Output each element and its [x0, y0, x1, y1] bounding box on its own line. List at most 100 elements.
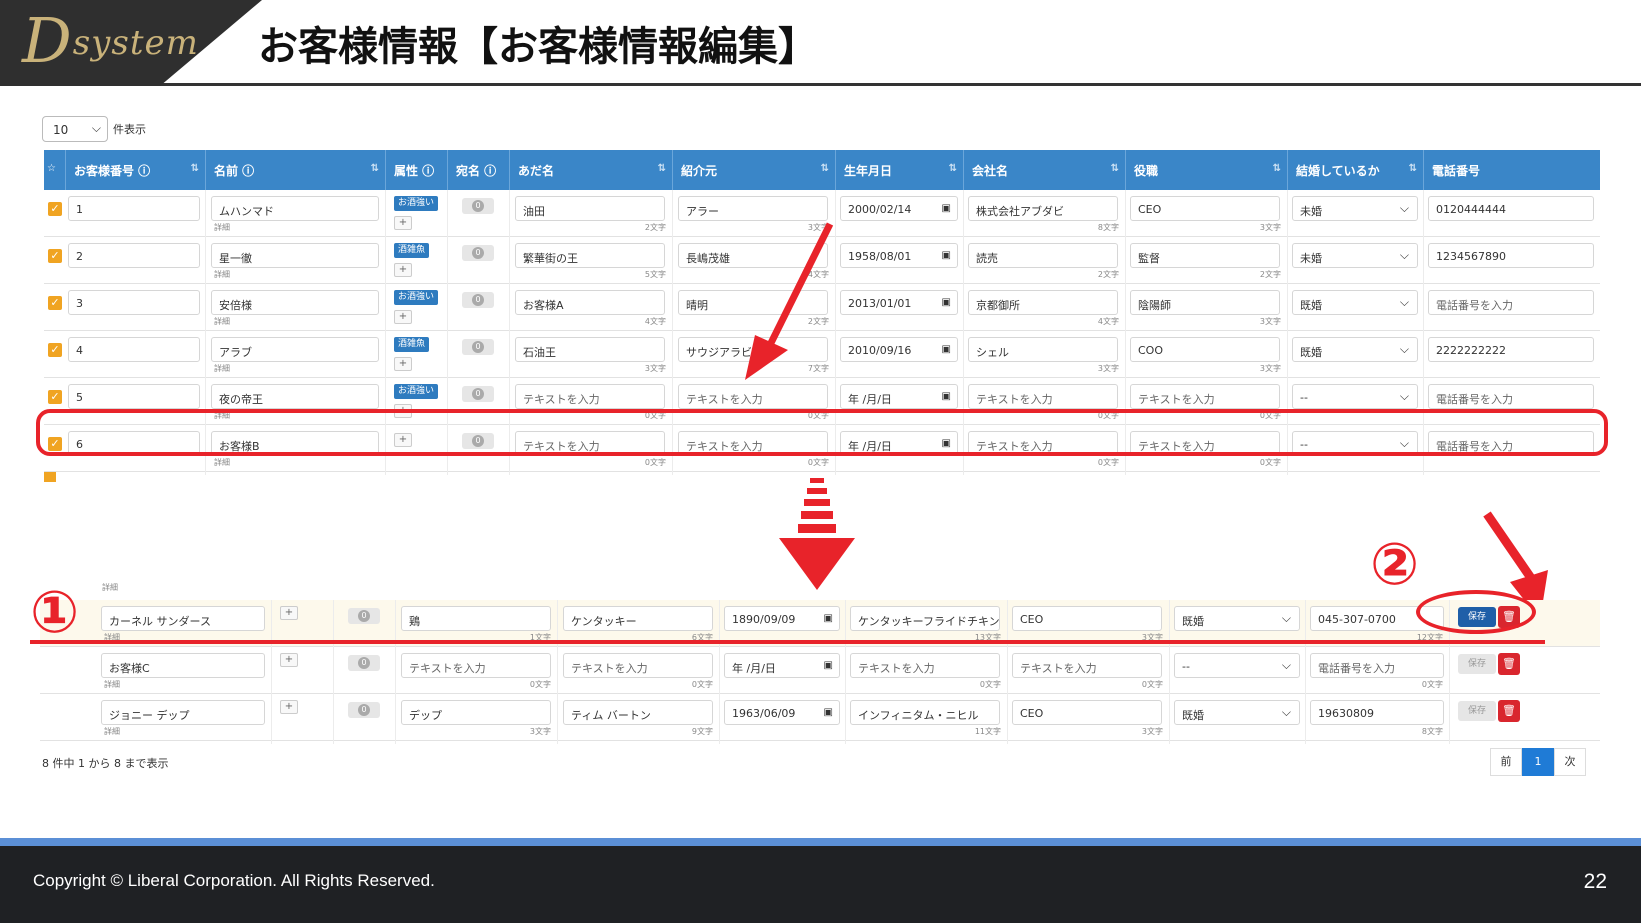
- arrow-save-line: [1483, 511, 1535, 581]
- cell-nickname: テキストを入力 0文字: [396, 647, 558, 697]
- addressee-toggle[interactable]: 0: [348, 702, 380, 718]
- company-input[interactable]: ケンタッキーフライドチキン: [850, 606, 1000, 631]
- cell-name: ジョニー デップ 詳細: [96, 694, 272, 744]
- annotation-underline-1: [30, 640, 1545, 644]
- dob-input[interactable]: 1890/09/09 ▣: [724, 606, 840, 631]
- cell-addressee: 0: [334, 647, 396, 697]
- chevron-down-icon: ⌵: [1281, 611, 1291, 625]
- role-input[interactable]: テキストを入力: [1012, 653, 1162, 678]
- calendar-icon: ▣: [823, 660, 833, 671]
- annotation-number-2: ②: [1370, 530, 1420, 598]
- save-button[interactable]: 保存: [1458, 654, 1496, 674]
- name-input[interactable]: カーネル サンダース: [101, 606, 265, 631]
- cell-attribute: +: [272, 647, 334, 697]
- name-input[interactable]: お客様C: [101, 653, 265, 678]
- add-attribute-button[interactable]: +: [280, 606, 298, 620]
- table-row: ジョニー デップ 詳細 +0 デップ 3文字 ティム バートン 9文字 1963/06/09 ▣…: [40, 694, 1600, 744]
- char-count: 3文字: [1141, 727, 1163, 736]
- dob-value: 1963/06/09: [732, 707, 796, 720]
- cell-dob: 年 /月/日 ▣: [720, 647, 846, 697]
- toggle-knob: 0: [358, 657, 370, 669]
- nickname-input[interactable]: テキストを入力: [401, 653, 551, 678]
- cell-company: テキストを入力 0文字: [846, 647, 1008, 697]
- char-count: 0文字: [979, 680, 1001, 689]
- cell-company: インフィニタム・ニヒル 11文字: [846, 694, 1008, 744]
- cell-married: -- ⌵: [1170, 647, 1306, 697]
- married-value: 既婚: [1182, 615, 1204, 628]
- married-value: 既婚: [1182, 709, 1204, 722]
- dob-value: 1890/09/09: [732, 613, 796, 626]
- prev-page-button[interactable]: 前: [1490, 748, 1522, 776]
- role-input[interactable]: CEO: [1012, 606, 1162, 631]
- cell-addressee: 0: [334, 694, 396, 744]
- save-button[interactable]: 保存: [1458, 701, 1496, 721]
- delete-button[interactable]: 🗑: [1498, 653, 1520, 675]
- company-input[interactable]: インフィニタム・ニヒル: [850, 700, 1000, 725]
- cell-actions: 保存 🗑: [1450, 647, 1600, 697]
- arrow-dashed-down: [779, 478, 855, 590]
- referrer-input[interactable]: ティム バートン: [563, 700, 713, 725]
- nickname-input[interactable]: 鶏: [401, 606, 551, 631]
- annotation-number-1: ①: [30, 578, 80, 646]
- married-select[interactable]: 既婚 ⌵: [1174, 606, 1300, 631]
- slide-footer: Copyright © Liberal Corporation. All Rig…: [0, 846, 1641, 923]
- cell-attribute: +: [272, 694, 334, 744]
- name-input[interactable]: ジョニー デップ: [101, 700, 265, 725]
- phone-input[interactable]: 電話番号を入力: [1310, 653, 1444, 678]
- partial-row-7: [40, 470, 1600, 482]
- next-page-button[interactable]: 次: [1554, 748, 1586, 776]
- cell-role: CEO 3文字: [1008, 694, 1170, 744]
- cell-referrer: テキストを入力 0文字: [558, 647, 720, 697]
- table-row: お客様C 詳細 +0 テキストを入力 0文字 テキストを入力 0文字 年 /月/日 ▣ テキストを…: [40, 647, 1600, 697]
- char-count: 11文字: [974, 727, 1001, 736]
- char-count: 0文字: [691, 680, 713, 689]
- calendar-icon: ▣: [823, 707, 833, 718]
- char-count: 0文字: [529, 680, 551, 689]
- cell-phone: 電話番号を入力 0文字: [1306, 647, 1450, 697]
- phone-input[interactable]: 19630809: [1310, 700, 1444, 725]
- cell-married: 既婚 ⌵: [1170, 694, 1306, 744]
- chevron-down-icon: ⌵: [1281, 705, 1291, 719]
- dob-input[interactable]: 1963/06/09 ▣: [724, 700, 840, 725]
- annotation-oval-save: [1416, 590, 1536, 634]
- detail-link[interactable]: 詳細: [104, 679, 120, 690]
- add-attribute-button[interactable]: +: [280, 653, 298, 667]
- footer-band: [0, 838, 1641, 846]
- char-count: 0文字: [1141, 680, 1163, 689]
- calendar-icon: ▣: [823, 613, 833, 624]
- cell-phone: 19630809 8文字: [1306, 694, 1450, 744]
- arrow-diagonal-head: [745, 335, 788, 380]
- married-value: --: [1182, 660, 1190, 673]
- cell-dob: 1963/06/09 ▣: [720, 694, 846, 744]
- arrow-diagonal-line: [766, 222, 834, 347]
- char-count: 9文字: [691, 727, 713, 736]
- referrer-input[interactable]: ケンタッキー: [563, 606, 713, 631]
- role-input[interactable]: CEO: [1012, 700, 1162, 725]
- table-info: 8 件中 1 から 8 まで表示: [42, 757, 169, 770]
- char-count: 3文字: [529, 727, 551, 736]
- char-count: 0文字: [1421, 680, 1443, 689]
- add-attribute-button[interactable]: +: [280, 700, 298, 714]
- company-input[interactable]: テキストを入力: [850, 653, 1000, 678]
- addressee-toggle[interactable]: 0: [348, 655, 380, 671]
- page-number: 22: [1583, 870, 1607, 893]
- cell-actions: 保存 🗑: [1450, 694, 1600, 744]
- annotation-arrows: [745, 222, 1548, 620]
- addressee-toggle[interactable]: 0: [348, 608, 380, 624]
- copyright: Copyright © Liberal Corporation. All Rig…: [33, 871, 435, 890]
- page-1-button[interactable]: 1: [1522, 748, 1554, 776]
- partial-row-above: 詳細: [40, 580, 1600, 602]
- slide: Dsystem お客様情報【お客様情報編集】 10 ⌵ 件表示 ☆ お客様番号 …: [0, 0, 1641, 923]
- married-select[interactable]: -- ⌵: [1174, 653, 1300, 678]
- detail-link[interactable]: 詳細: [104, 726, 120, 737]
- referrer-input[interactable]: テキストを入力: [563, 653, 713, 678]
- nickname-input[interactable]: デップ: [401, 700, 551, 725]
- cell-referrer: ティム バートン 9文字: [558, 694, 720, 744]
- cell-name: お客様C 詳細: [96, 647, 272, 697]
- dob-value: 年 /月/日: [732, 662, 776, 675]
- dob-input[interactable]: 年 /月/日 ▣: [724, 653, 840, 678]
- married-select[interactable]: 既婚 ⌵: [1174, 700, 1300, 725]
- chevron-down-icon: ⌵: [1281, 658, 1291, 672]
- delete-button[interactable]: 🗑: [1498, 700, 1520, 722]
- cell-nickname: デップ 3文字: [396, 694, 558, 744]
